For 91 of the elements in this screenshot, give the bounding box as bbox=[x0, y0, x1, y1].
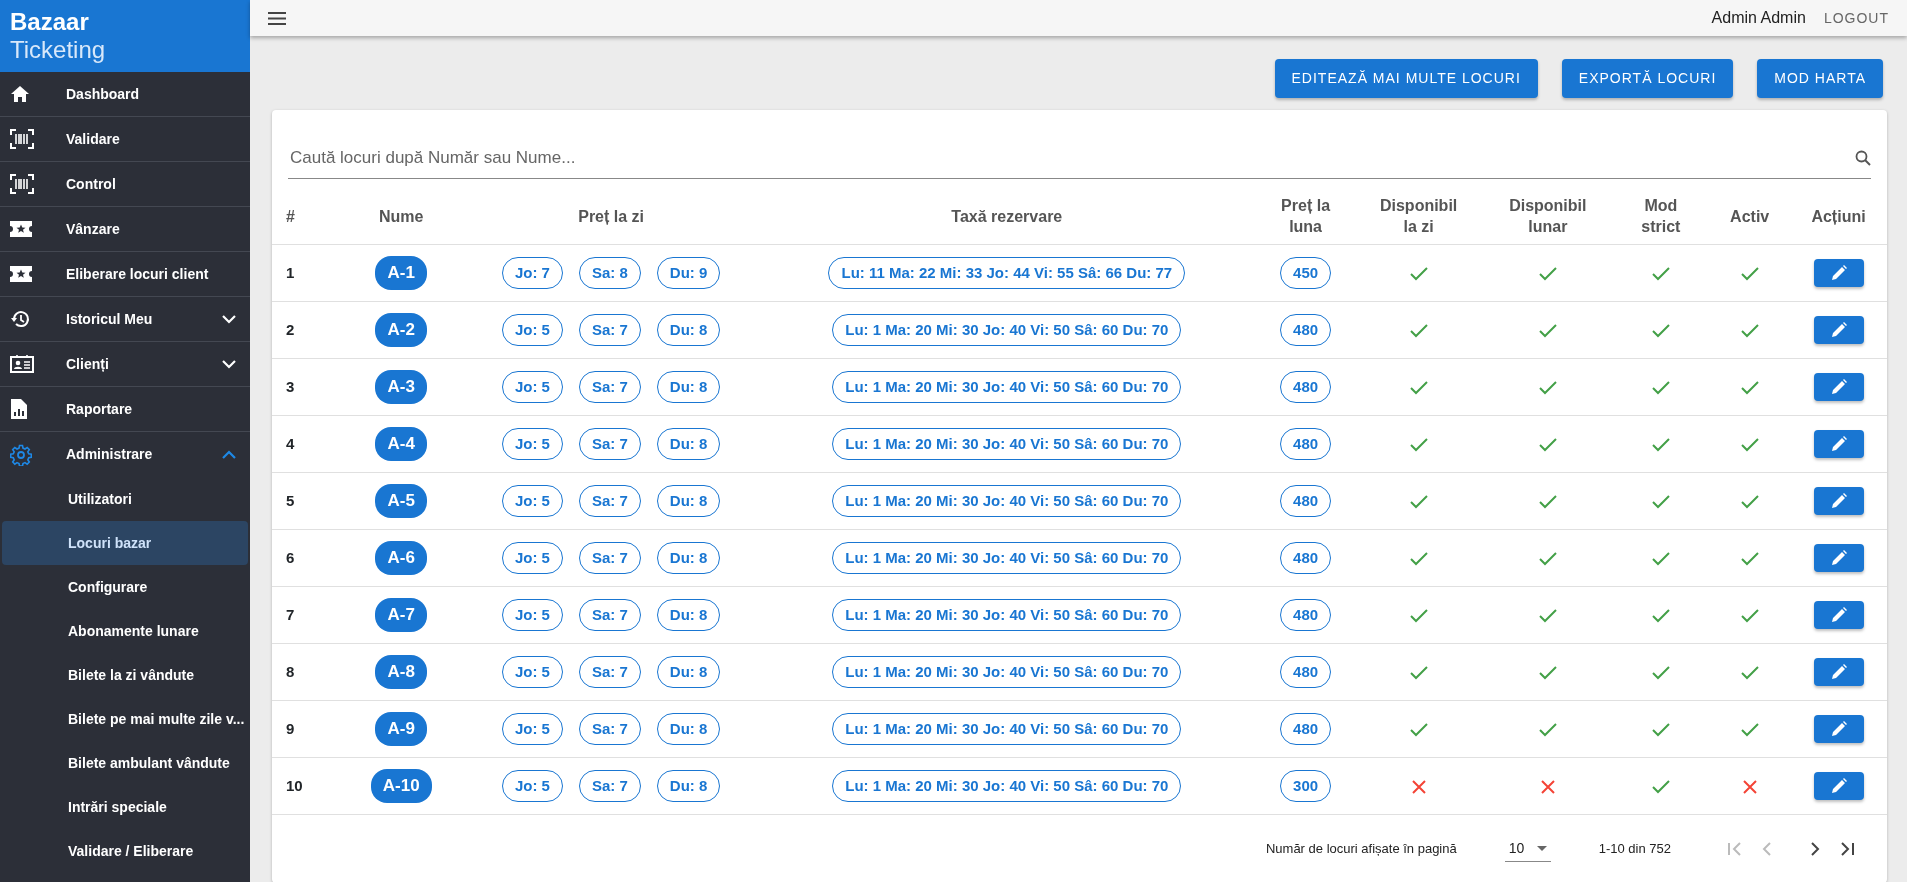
column-header: Nume bbox=[378, 207, 424, 225]
sidebar-item[interactable]: Clienți bbox=[0, 342, 250, 387]
sidebar-item[interactable]: Dashboard bbox=[0, 72, 250, 117]
edit-button[interactable] bbox=[1813, 486, 1864, 515]
edit-button[interactable] bbox=[1813, 315, 1864, 344]
sidebar-subitem[interactable]: Bilete ambulant vândute bbox=[2, 741, 248, 785]
name-pill: A-3 bbox=[375, 370, 427, 404]
barcode-icon bbox=[10, 129, 34, 149]
sidebar-subitem[interactable]: Intrări speciale bbox=[2, 785, 248, 829]
row-number: 7 bbox=[286, 605, 295, 623]
pencil-icon bbox=[1830, 435, 1847, 452]
row-number: 6 bbox=[286, 548, 295, 566]
row-number: 2 bbox=[286, 320, 295, 338]
column-header: Activ bbox=[1730, 207, 1770, 225]
sidebar-item[interactable]: Vânzare bbox=[0, 207, 250, 252]
column-header: Disponibil lunar bbox=[1508, 196, 1588, 238]
brand-subtitle: Ticketing bbox=[10, 36, 107, 64]
pencil-icon bbox=[1830, 321, 1847, 338]
barcode-icon bbox=[10, 174, 34, 194]
edit-button[interactable] bbox=[1813, 714, 1864, 743]
sidebar-subitem[interactable]: Locuri bazar bbox=[2, 521, 248, 565]
page-range: 1-10 din 752 bbox=[1598, 840, 1671, 859]
sidebar-subitem[interactable]: Bilete la zi vândute bbox=[2, 653, 248, 697]
home-icon bbox=[10, 85, 30, 103]
menu-icon[interactable] bbox=[268, 11, 286, 25]
dropdown-caret-icon bbox=[1536, 846, 1547, 851]
gear-icon bbox=[10, 443, 32, 466]
name-pill: A-2 bbox=[375, 313, 427, 347]
rows-per-page-select[interactable]: 10 bbox=[1504, 836, 1551, 862]
row-number: 5 bbox=[286, 491, 295, 509]
user-name: Admin Admin bbox=[1711, 8, 1806, 28]
rows-per-page-label: Număr de locuri afișate în pagină bbox=[1265, 840, 1457, 859]
pencil-icon bbox=[1830, 777, 1847, 794]
edit-button[interactable] bbox=[1813, 771, 1864, 800]
edit-button[interactable] bbox=[1813, 429, 1864, 458]
row-number: 8 bbox=[286, 662, 295, 680]
name-pill: A-4 bbox=[375, 427, 427, 461]
name-pill: A-6 bbox=[375, 541, 427, 575]
pencil-icon bbox=[1830, 720, 1847, 737]
pencil-icon bbox=[1830, 492, 1847, 509]
sidebar-subitem[interactable]: Configurare bbox=[2, 565, 248, 609]
toolbar-button[interactable]: EDITEAZĂ MAI MULTE LOCURI bbox=[1274, 59, 1538, 98]
column-header: # bbox=[286, 207, 295, 225]
edit-button[interactable] bbox=[1813, 372, 1864, 401]
edit-button[interactable] bbox=[1813, 600, 1864, 629]
contact-card-icon bbox=[10, 355, 34, 373]
column-header: Preț la luna bbox=[1280, 196, 1332, 238]
sidebar-item[interactable]: Control bbox=[0, 162, 250, 207]
sidebar-subitem[interactable]: Abonamente lunare bbox=[2, 609, 248, 653]
toolbar-button[interactable]: EXPORTĂ LOCURI bbox=[1561, 59, 1734, 98]
sidebar-subitem[interactable]: Bilete pe mai multe zile v... bbox=[2, 697, 248, 741]
name-pill: A-5 bbox=[375, 484, 427, 518]
pencil-icon bbox=[1830, 378, 1847, 395]
column-header: Disponibil la zi bbox=[1378, 196, 1459, 238]
name-pill: A-9 bbox=[375, 712, 427, 746]
name-pill: A-8 bbox=[375, 655, 427, 689]
pencil-icon bbox=[1830, 663, 1847, 680]
name-pill: A-1 bbox=[375, 256, 427, 290]
row-number: 3 bbox=[286, 377, 295, 395]
row-number: 4 bbox=[286, 434, 295, 452]
edit-button[interactable] bbox=[1813, 657, 1864, 686]
report-file-icon bbox=[10, 398, 28, 420]
row-number: 1 bbox=[286, 263, 295, 281]
pencil-icon bbox=[1830, 606, 1847, 623]
pencil-icon bbox=[1830, 549, 1847, 566]
ticket-star-icon bbox=[10, 266, 32, 282]
brand-title: Bazaar bbox=[10, 8, 90, 36]
sidebar-item[interactable]: Istoricul Meu bbox=[0, 297, 250, 342]
ticket-star-icon bbox=[10, 221, 32, 237]
toolbar-button[interactable]: MOD HARTA bbox=[1757, 59, 1883, 98]
name-pill: A-10 bbox=[370, 769, 432, 803]
column-header: Mod strict bbox=[1640, 196, 1682, 238]
sidebar-item[interactable]: Raportare bbox=[0, 387, 250, 432]
sidebar-item[interactable]: Validare bbox=[0, 117, 250, 162]
column-header: Taxă rezervare bbox=[951, 207, 1063, 225]
edit-button[interactable] bbox=[1813, 543, 1864, 572]
name-pill: A-7 bbox=[375, 598, 427, 632]
search-icon[interactable] bbox=[1855, 149, 1871, 166]
sidebar-item[interactable]: Administrare bbox=[0, 432, 250, 477]
last-page-icon[interactable] bbox=[1839, 841, 1855, 857]
logout-link[interactable]: LOGOUT bbox=[1823, 7, 1889, 29]
history-icon bbox=[10, 310, 30, 328]
row-number: 10 bbox=[286, 776, 303, 794]
row-number: 9 bbox=[286, 719, 295, 737]
edit-button[interactable] bbox=[1813, 258, 1864, 287]
sidebar-item[interactable]: Eliberare locuri client bbox=[0, 252, 250, 297]
column-header: Acțiuni bbox=[1811, 207, 1866, 225]
pencil-icon bbox=[1830, 264, 1847, 281]
column-header: Preț la zi bbox=[578, 207, 645, 225]
sidebar-subitem[interactable]: Validare / Eliberare bbox=[2, 829, 248, 873]
sidebar-subitem[interactable]: Utilizatori bbox=[2, 477, 248, 521]
